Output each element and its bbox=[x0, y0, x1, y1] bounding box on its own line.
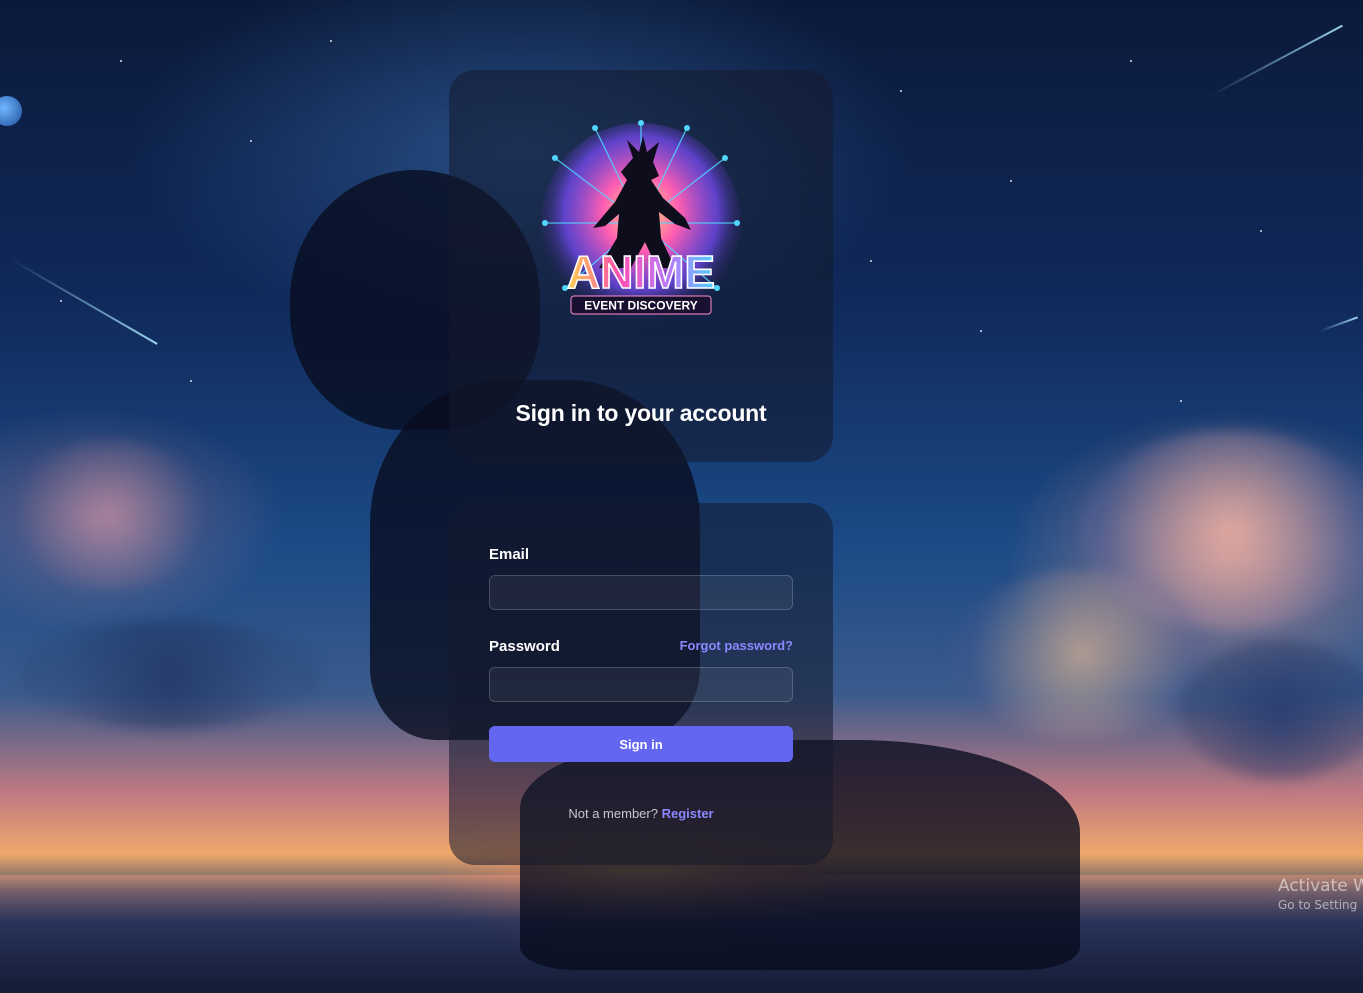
svg-text:EVENT DISCOVERY: EVENT DISCOVERY bbox=[584, 299, 698, 313]
watermark-line-2: Go to Setting bbox=[1278, 898, 1358, 912]
email-field[interactable] bbox=[489, 575, 793, 610]
register-link[interactable]: Register bbox=[662, 806, 714, 821]
sign-in-button[interactable]: Sign in bbox=[489, 726, 793, 762]
password-field[interactable] bbox=[489, 667, 793, 702]
header-card: ANIME EVENT DISCOVERY Sign in to your ac… bbox=[449, 70, 833, 462]
windows-activation-watermark: Activate W Go to Setting bbox=[1278, 876, 1363, 912]
member-prompt-text: Not a member? bbox=[568, 806, 658, 821]
page-title: Sign in to your account bbox=[515, 400, 767, 426]
forgot-password-link[interactable]: Forgot password? bbox=[680, 638, 793, 653]
watermark-line-1: Activate W bbox=[1278, 876, 1363, 896]
signin-form: Email Password Forgot password? Sign in … bbox=[449, 503, 833, 865]
svg-text:ANIME: ANIME bbox=[567, 246, 715, 298]
register-prompt: Not a member? Register bbox=[449, 806, 833, 821]
planet bbox=[0, 96, 22, 126]
email-label: Email bbox=[489, 546, 530, 563]
anime-logo: ANIME EVENT DISCOVERY bbox=[541, 120, 741, 323]
password-label: Password bbox=[489, 638, 560, 655]
